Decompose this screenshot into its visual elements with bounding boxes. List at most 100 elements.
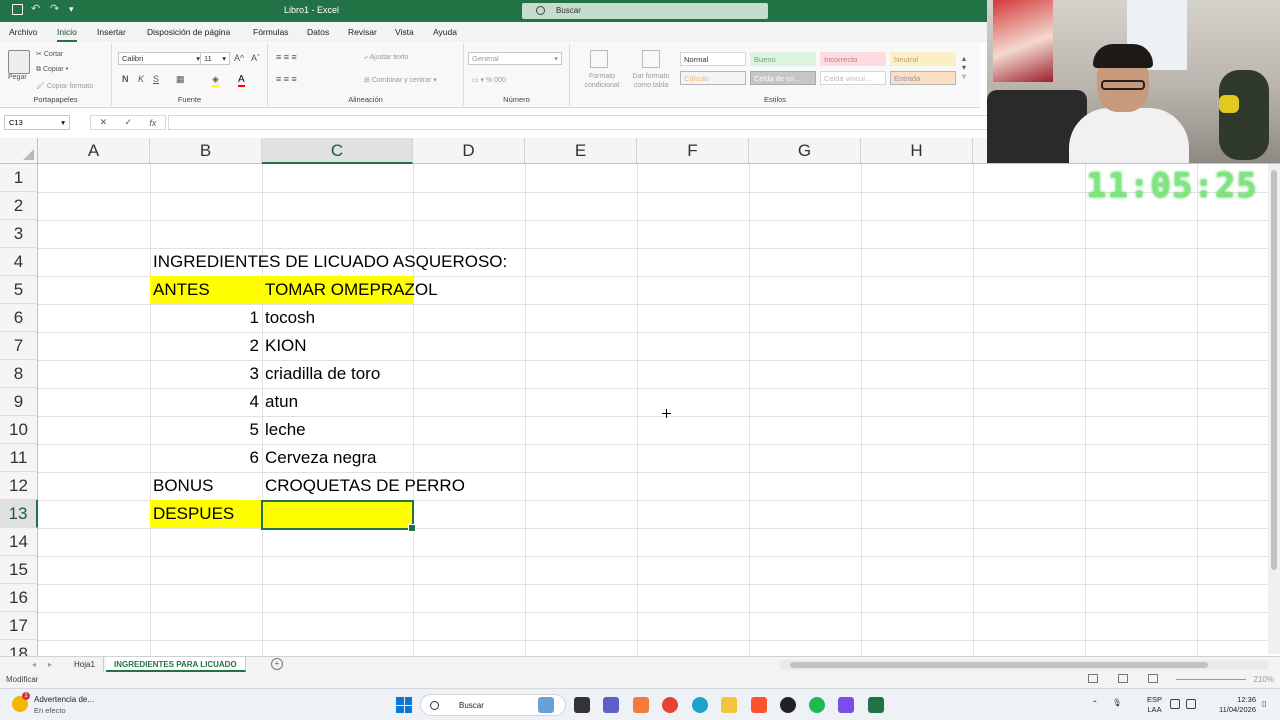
paste-button[interactable]: Pegar [8, 74, 27, 81]
cell-c12[interactable]: CROQUETAS DE PERRO [262, 472, 482, 500]
file-explorer-app-icon[interactable] [721, 697, 737, 713]
column-header-h[interactable]: H [861, 138, 973, 164]
column-header-c[interactable]: C [262, 138, 413, 164]
select-all-button[interactable] [0, 138, 38, 164]
search-box[interactable]: Buscar [522, 3, 768, 19]
tab-insertar[interactable]: Insertar [97, 27, 126, 37]
row-header-5[interactable]: 5 [0, 276, 38, 304]
page-break-icon[interactable] [1148, 674, 1158, 683]
style-calculo[interactable]: Cálculo [680, 71, 746, 85]
style-incorrecto[interactable]: Incorrecto [820, 52, 886, 66]
cell-c9[interactable]: atun [262, 388, 413, 416]
excel-app-icon[interactable] [868, 697, 884, 713]
row-header-3[interactable]: 3 [0, 220, 38, 248]
brave-app-icon[interactable] [751, 697, 767, 713]
copilot-app-icon[interactable] [633, 697, 649, 713]
wrap-text-button[interactable]: ⤶ Ajustar texto [364, 54, 408, 62]
normal-view-icon[interactable] [1088, 674, 1098, 683]
undo-icon[interactable]: ↶ [31, 4, 42, 15]
active-cell-c13[interactable] [261, 500, 416, 532]
conditional-format-button[interactable]: Formato condicional [582, 72, 622, 90]
cell-b10[interactable]: 5 [150, 416, 262, 444]
chrome-app-icon[interactable] [662, 697, 678, 713]
row-header-12[interactable]: 12 [0, 472, 38, 500]
vertical-scrollbar[interactable] [1268, 164, 1280, 654]
weather-widget[interactable]: 1 Advertencia de... En efecto [12, 692, 142, 716]
row-header-8[interactable]: 8 [0, 360, 38, 388]
volume-icon[interactable] [1186, 699, 1196, 709]
row-header-11[interactable]: 11 [0, 444, 38, 472]
paste-icon[interactable] [8, 50, 30, 74]
cell-c7[interactable]: KION [262, 332, 413, 360]
tab-inicio[interactable]: Inicio [57, 27, 77, 42]
cell-c8[interactable]: criadilla de toro [262, 360, 413, 388]
column-header-a[interactable]: A [38, 138, 150, 164]
tab-datos[interactable]: Datos [307, 27, 329, 37]
language-indicator[interactable]: ESP LAA [1147, 695, 1162, 715]
fill-color-icon[interactable]: ◈ [212, 74, 219, 87]
number-format-select[interactable]: General ▾ [468, 52, 562, 65]
bold-button[interactable]: N [122, 74, 129, 84]
italic-button[interactable]: K [138, 74, 144, 84]
font-color-icon[interactable]: A [238, 74, 245, 87]
cell-c11[interactable]: Cerveza negra [262, 444, 413, 472]
redo-icon[interactable]: ↷ [50, 4, 61, 15]
horizontal-scroll-thumb[interactable] [790, 662, 1208, 668]
align-left-icon[interactable]: ≡ ≡ ≡ [276, 74, 297, 84]
grid-app-icon[interactable] [838, 697, 854, 713]
tab-ayuda[interactable]: Ayuda [433, 27, 457, 37]
column-header-d[interactable]: D [413, 138, 525, 164]
font-size-select[interactable]: 11 ▾ [200, 52, 230, 65]
add-sheet-icon[interactable]: + [271, 658, 283, 670]
column-header-b[interactable]: B [150, 138, 262, 164]
row-header-18[interactable]: 18 [0, 640, 38, 656]
styles-scroll-icon[interactable]: ▴ ▾ ▿ [962, 54, 966, 81]
start-button-icon[interactable] [396, 697, 412, 713]
column-header-f[interactable]: F [637, 138, 749, 164]
widgets-app-icon[interactable] [538, 697, 554, 713]
formula-input[interactable] [168, 115, 988, 130]
cut-button[interactable]: ✂ Cortar [36, 50, 63, 58]
github-app-icon[interactable] [780, 697, 796, 713]
cell-b5[interactable]: ANTES [150, 276, 262, 304]
tab-vista[interactable]: Vista [395, 27, 414, 37]
tab-disposicion[interactable]: Disposición de página [147, 27, 230, 37]
edge-app-icon[interactable] [692, 697, 708, 713]
row-header-7[interactable]: 7 [0, 332, 38, 360]
merge-center-button[interactable]: ⊞ Combinar y centrar ▾ [364, 76, 437, 84]
cancel-icon[interactable]: ✕ [100, 117, 108, 128]
row-header-16[interactable]: 16 [0, 584, 38, 612]
cell-b7[interactable]: 2 [150, 332, 262, 360]
cell-b4[interactable]: INGREDIENTES DE LICUADO ASQUEROSO: [150, 248, 530, 276]
style-normal[interactable]: Normal [680, 52, 746, 66]
row-header-17[interactable]: 17 [0, 612, 38, 640]
sheet-tab-hoja1[interactable]: Hoja1 [66, 657, 104, 672]
align-top-icon[interactable]: ≡ ≡ ≡ [276, 52, 297, 62]
style-entrada[interactable]: Entrada [890, 71, 956, 85]
cell-b12[interactable]: BONUS [150, 472, 262, 500]
row-header-15[interactable]: 15 [0, 556, 38, 584]
style-bueno[interactable]: Bueno [750, 52, 816, 66]
notifications-icon[interactable]: ▯ [1262, 699, 1272, 709]
copy-button[interactable]: ⧉ Copiar ▾ [36, 66, 68, 74]
cell-c5[interactable]: TOMAR OMEPRAZOL [262, 276, 438, 304]
cell-b9[interactable]: 4 [150, 388, 262, 416]
cell-b6[interactable]: 1 [150, 304, 262, 332]
chevron-up-icon[interactable]: ⌃ [1092, 699, 1098, 708]
format-painter-button[interactable]: 🖌 Copiar formato [36, 82, 93, 90]
cell-c10[interactable]: leche [262, 416, 413, 444]
sheet-tab-ingredientes[interactable]: INGREDIENTES PARA LICUADO [106, 657, 246, 672]
column-header-g[interactable]: G [749, 138, 861, 164]
teams-app-icon[interactable] [603, 697, 619, 713]
insert-function-icon[interactable]: fx [149, 118, 156, 128]
cell-b13[interactable]: DESPUES [150, 500, 262, 528]
row-header-9[interactable]: 9 [0, 388, 38, 416]
conditional-format-icon[interactable] [590, 50, 608, 68]
style-neutral[interactable]: Neutral [890, 52, 956, 66]
horizontal-scrollbar[interactable] [780, 660, 1268, 670]
taskbar-clock[interactable]: 12:36 11/04/2026 [1219, 695, 1256, 715]
sheet-nav-arrows-icon[interactable]: ◂▸ [32, 660, 64, 669]
spotify-app-icon[interactable] [809, 697, 825, 713]
row-header-6[interactable]: 6 [0, 304, 38, 332]
tab-formulas[interactable]: Fórmulas [253, 27, 288, 37]
